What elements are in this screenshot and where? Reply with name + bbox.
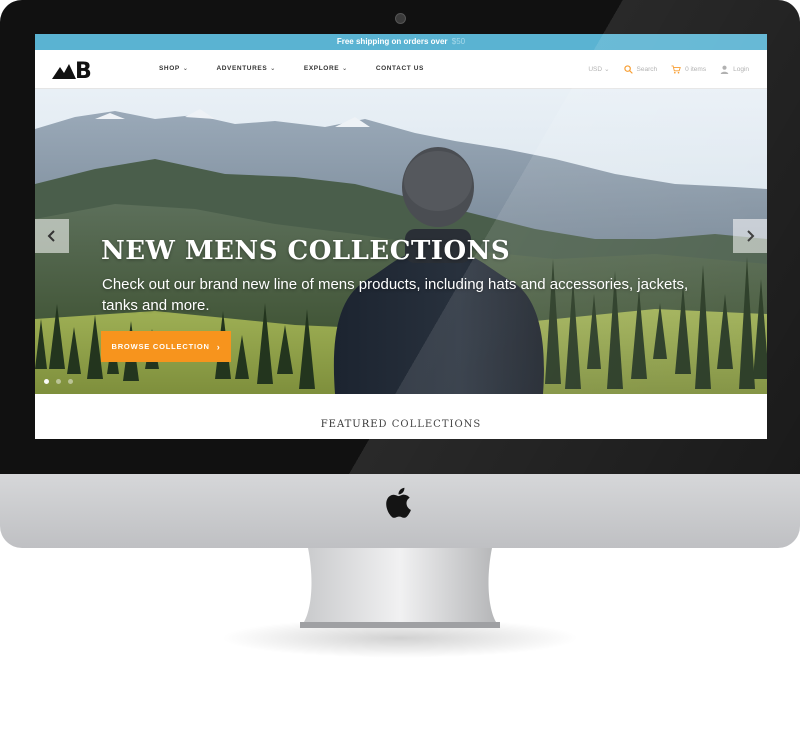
slider-dot[interactable] (68, 379, 73, 384)
search-label: Search (636, 65, 658, 73)
announcement-amount: $50 (451, 37, 466, 46)
brand-logo-letter: B (75, 59, 92, 79)
announcement-bar: Free shipping on orders over $50 (35, 34, 767, 50)
slider-next-button[interactable] (733, 219, 767, 253)
login-button[interactable]: Login (720, 65, 749, 74)
apple-logo-icon (386, 487, 411, 518)
nav-item-adventures[interactable]: ADVENTURES ⌄ (216, 50, 275, 88)
nav-item-explore[interactable]: EXPLORE ⌄ (304, 50, 348, 88)
chevron-down-icon: ⌄ (270, 66, 276, 72)
camera (395, 13, 406, 24)
nav-label-explore: EXPLORE (303, 65, 340, 72)
currency-selector[interactable]: USD ⌄ (588, 65, 610, 74)
cart-icon (671, 64, 681, 74)
login-label: Login (733, 65, 749, 73)
cta-label: BROWSE COLLECTION (111, 342, 210, 351)
chevron-down-icon: ⌄ (182, 66, 189, 72)
search-button[interactable]: Search (623, 64, 658, 74)
chevron-down-icon: ⌄ (604, 66, 610, 73)
chevron-left-icon (47, 230, 55, 242)
slider-prev-button[interactable] (35, 219, 69, 253)
site-header: B SHOP ⌄ ADVENTURES ⌄ EXPLORE ⌄ CONTACT US (35, 50, 767, 89)
user-icon (720, 65, 729, 74)
chevron-right-icon (747, 230, 755, 242)
nav-item-shop[interactable]: SHOP ⌄ (159, 50, 188, 88)
featured-collections-heading: FEATURED COLLECTIONS (320, 419, 482, 430)
hero-slider: NEW MENS COLLECTIONS Check out our brand… (35, 89, 767, 394)
slider-dot[interactable] (44, 379, 49, 384)
imac-display: Free shipping on orders over $50 B SHOP ⌄… (0, 0, 800, 474)
cart-label: 0 items (685, 65, 707, 73)
slider-dots (44, 379, 80, 384)
search-icon (623, 64, 633, 74)
chevron-down-icon: ⌄ (342, 66, 348, 72)
nav-label-shop: SHOP (159, 65, 180, 72)
nav-label-adventures: ADVENTURES (216, 65, 268, 72)
slider-dot[interactable] (56, 379, 61, 384)
hero-title: NEW MENS COLLECTIONS (101, 236, 511, 266)
cart-button[interactable]: 0 items (671, 64, 707, 74)
hero-subtitle: Check out our brand new line of mens pro… (102, 276, 689, 314)
nav-item-contact[interactable]: CONTACT US (376, 50, 424, 88)
currency-label: USD (588, 65, 603, 73)
main-nav: SHOP ⌄ ADVENTURES ⌄ EXPLORE ⌄ CONTACT US (159, 50, 452, 88)
brand-logo[interactable]: B (52, 59, 100, 79)
website-screen: Free shipping on orders over $50 B SHOP ⌄… (35, 34, 767, 439)
nav-label-contact: CONTACT US (375, 65, 424, 72)
header-tools: USD ⌄ Search 0 items Login (574, 50, 749, 88)
chevron-right-icon: › (216, 341, 221, 352)
imac-stand (300, 548, 500, 628)
announcement-text: Free shipping on orders over (336, 37, 448, 46)
browse-collection-button[interactable]: BROWSE COLLECTION › (101, 331, 231, 362)
